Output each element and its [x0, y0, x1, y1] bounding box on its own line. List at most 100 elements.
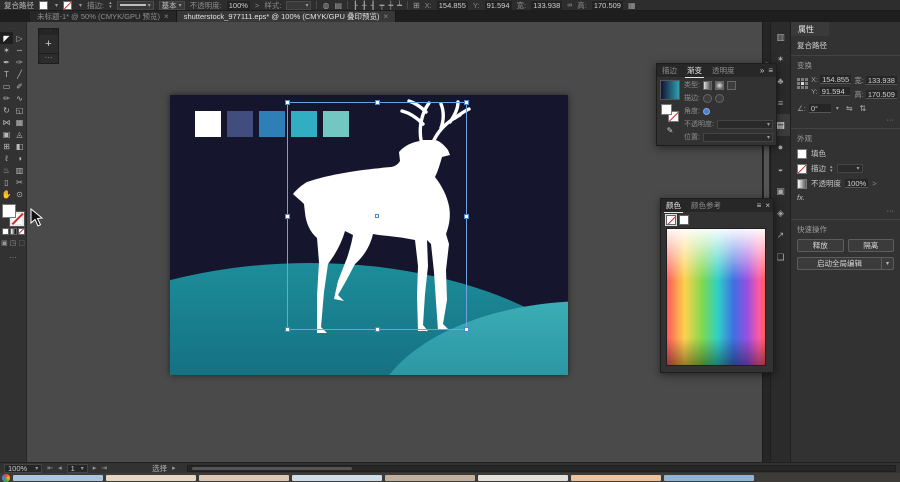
shape-builder-tool[interactable]: ▣ — [0, 128, 13, 140]
radial-gradient-icon[interactable] — [715, 81, 724, 90]
gradient-tool[interactable]: ◧ — [13, 140, 26, 152]
taskbar-window-button[interactable] — [106, 475, 196, 481]
artwork-swatch[interactable] — [259, 111, 285, 137]
color-spectrum[interactable] — [666, 228, 766, 366]
previous-artboard-icon[interactable]: ◂ — [58, 464, 62, 472]
panel-icon-libraries[interactable]: ❏ — [772, 246, 790, 268]
width-input[interactable]: 133.938 — [866, 76, 897, 85]
width-tool[interactable]: ⋈ — [0, 116, 13, 128]
reference-point-locator[interactable] — [797, 78, 808, 89]
stroke-along-icon[interactable] — [715, 94, 724, 103]
selection-handle-sw[interactable] — [285, 327, 290, 332]
freeform-gradient-icon[interactable] — [727, 81, 736, 90]
panel-menu-icon[interactable]: ≡ — [757, 201, 762, 210]
stroke-color-swatch[interactable] — [63, 1, 72, 10]
curvature-tool[interactable]: ✑ — [13, 56, 26, 68]
paintbrush-tool[interactable]: ✐ — [13, 80, 26, 92]
horizontal-scrollbar[interactable] — [187, 465, 896, 472]
release-button[interactable]: 释放 — [797, 239, 844, 252]
artwork-swatch[interactable] — [227, 111, 253, 137]
taskbar-window-button[interactable] — [199, 475, 289, 481]
width-profile-dropdown[interactable]: ▾ — [117, 1, 154, 10]
linear-gradient-icon[interactable] — [703, 81, 712, 90]
panel-icon-layers[interactable]: ◈ — [772, 202, 790, 224]
selection-tool[interactable]: ◤ — [0, 32, 13, 44]
taskbar-window-button[interactable] — [478, 475, 568, 481]
pencil-tool[interactable]: ✏ — [0, 92, 13, 104]
effects-button[interactable]: fx. — [797, 193, 805, 202]
properties-panel-tab[interactable]: 属性 — [791, 22, 829, 36]
selection-handle-se[interactable] — [464, 327, 469, 332]
pen-tool[interactable]: ✒ — [0, 56, 13, 68]
panel-icon-gradient[interactable]: ◒ — [772, 158, 790, 180]
selection-center-point[interactable] — [375, 214, 379, 218]
mesh-tool[interactable]: ⊞ — [0, 140, 13, 152]
edit-toolbar-dots[interactable]: ··· — [0, 253, 26, 262]
direct-selection-tool[interactable]: ▷ — [13, 32, 26, 44]
panel-tab[interactable]: 颜色 — [664, 199, 683, 213]
lasso-tool[interactable]: ∽ — [13, 44, 26, 56]
gradient-location-dropdown[interactable]: ▾ — [703, 133, 773, 142]
align-bottom-icon[interactable]: ┷ — [397, 1, 402, 10]
color-mode-button[interactable] — [2, 228, 9, 235]
angle-input[interactable]: 0° — [809, 104, 831, 113]
align-top-icon[interactable]: ┯ — [379, 1, 384, 10]
color-white-swatch[interactable] — [679, 215, 689, 225]
column-graph-tool[interactable]: ▥ — [13, 164, 26, 176]
opacity-more[interactable]: > — [872, 179, 876, 188]
height-field[interactable]: 170.509 — [592, 1, 623, 10]
last-artboard-icon[interactable]: ⇥ — [101, 464, 107, 472]
y-input[interactable]: 91.594 — [820, 87, 850, 96]
x-input[interactable]: 154.855 — [820, 75, 851, 84]
panel-tab[interactable]: 颜色参考 — [689, 199, 723, 212]
stroke-weight-stepper[interactable]: ▴▾ — [109, 1, 112, 9]
perspective-grid-tool[interactable]: ◬ — [13, 128, 26, 140]
browser-logo-icon[interactable] — [2, 474, 10, 482]
selection-handle-nw[interactable] — [285, 100, 290, 105]
width-field[interactable]: 133.938 — [531, 1, 562, 10]
start-global-edit-button[interactable]: 启动全局编辑 — [797, 257, 881, 270]
selection-handle-ne[interactable] — [464, 100, 469, 105]
tab-close-icon[interactable]: × — [383, 12, 388, 21]
type-tool[interactable]: T — [0, 68, 13, 80]
align-left-icon[interactable]: ┠ — [353, 1, 358, 10]
color-none-swatch[interactable] — [666, 215, 676, 225]
rotate-tool[interactable]: ↻ — [0, 104, 13, 116]
draw-normal-icon[interactable]: ▣ — [1, 239, 8, 247]
artboard-tool[interactable]: ▯ — [0, 176, 13, 188]
screen-mode-icon[interactable]: ⬚ — [18, 239, 25, 247]
gradient-mode-button[interactable] — [10, 228, 17, 235]
symbol-sprayer-tool[interactable]: ♨ — [0, 164, 13, 176]
line-segment-tool[interactable]: ╱ — [13, 68, 26, 80]
blend-tool[interactable]: ◑ — [13, 152, 26, 164]
gradient-annotator-icon[interactable]: ✎ — [667, 126, 674, 135]
selection-handle-n[interactable] — [375, 100, 380, 105]
isolate-button[interactable]: 隔离 — [848, 239, 895, 252]
gradient-opacity-dropdown[interactable]: ▾ — [717, 120, 773, 129]
flip-horizontal-icon[interactable]: ⇋ — [846, 104, 853, 113]
panel-close-icon[interactable]: × — [765, 201, 770, 210]
flip-vertical-icon[interactable]: ⇅ — [860, 104, 867, 113]
align-v-center-icon[interactable]: ┿ — [388, 1, 393, 10]
panel-collapse-icon[interactable]: » — [760, 66, 764, 75]
add-tool-button[interactable]: + — [39, 35, 58, 53]
taskbar-window-button[interactable] — [13, 475, 103, 481]
panel-tab[interactable]: 描边 — [660, 64, 679, 77]
taskbar-window-button[interactable] — [571, 475, 661, 481]
shaper-tool[interactable]: ∿ — [13, 92, 26, 104]
magic-wand-tool[interactable]: ✶ — [0, 44, 13, 56]
fill-swatch[interactable] — [2, 204, 16, 218]
panel-tab[interactable]: 渐变 — [685, 64, 704, 78]
slice-tool[interactable]: ✂ — [13, 176, 26, 188]
artwork-swatch[interactable] — [195, 111, 221, 137]
taskbar-window-button[interactable] — [385, 475, 475, 481]
global-edit-dropdown-icon[interactable]: ▾ — [881, 257, 894, 270]
transform-more-icon[interactable]: ▦ — [628, 1, 636, 10]
drawer-more-dots[interactable]: ··· — [39, 53, 58, 63]
style-dropdown[interactable]: ▾ — [286, 1, 311, 10]
draw-behind-icon[interactable]: ◳ — [10, 239, 17, 247]
zoom-tool[interactable]: ⊙ — [13, 188, 26, 200]
selection-bounding-box[interactable] — [287, 102, 467, 330]
opacity-icon[interactable] — [797, 179, 807, 189]
gradient-preview-swatch[interactable] — [660, 80, 680, 100]
